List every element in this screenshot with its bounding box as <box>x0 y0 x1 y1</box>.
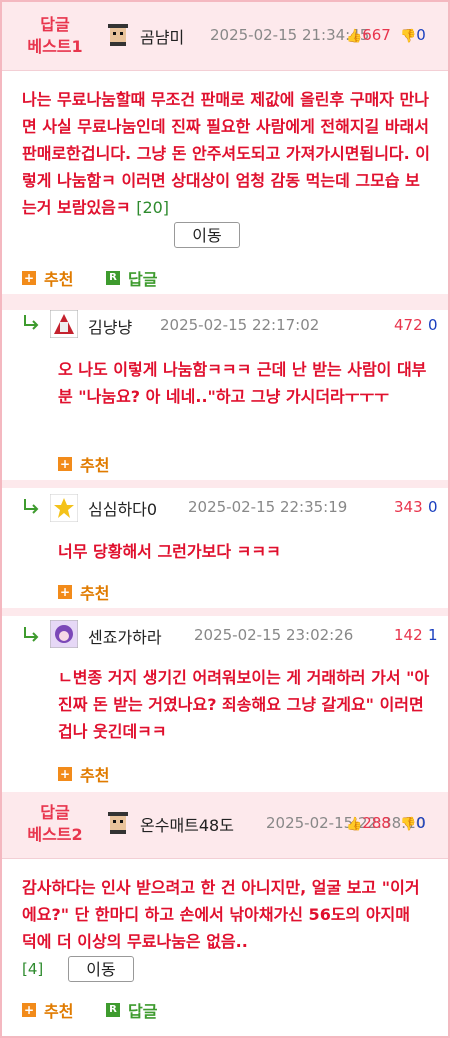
best1-move-button[interactable]: 이동 <box>174 222 240 248</box>
thumbs-down-icon: 👎 <box>400 817 417 832</box>
reply1-up-count[interactable]: 472 <box>394 316 423 334</box>
best2-body: 감사하다는 인사 받으려고 한 건 아니지만, 얼굴 보고 "이거에요?" 단 … <box>22 878 420 951</box>
best2-recommend-button[interactable]: + 추천 <box>22 998 73 1022</box>
best1-downvote[interactable]: 👎0 <box>400 26 426 44</box>
reply1-down-count[interactable]: 0 <box>428 316 438 334</box>
best1-reply-count: [20] <box>136 198 170 217</box>
best2-up-count: 288 <box>362 814 391 832</box>
reply-separator <box>2 480 448 488</box>
badge-top-label: 답글 <box>40 803 70 822</box>
comment-list: 답글 베스트1 곰냠미 2025-02-15 21:34:45 👍667 👎0 … <box>0 0 450 1038</box>
best2-move-button[interactable]: 이동 <box>68 956 134 982</box>
thumbs-down-icon: 👎 <box>400 29 417 44</box>
best1-upvote[interactable]: 👍667 <box>346 26 391 44</box>
plus-icon: + <box>58 457 72 471</box>
best1-username[interactable]: 곰냠미 <box>140 24 184 48</box>
pixel-avatar-icon[interactable] <box>106 810 130 834</box>
reply1-avatar-icon[interactable] <box>50 310 78 338</box>
recommend-label: 추천 <box>80 456 110 475</box>
reply2-username[interactable]: 심심하다0 <box>88 496 157 520</box>
best1-header: 답글 베스트1 곰냠미 2025-02-15 21:34:45 👍667 👎0 <box>2 2 448 71</box>
best1-reply-button[interactable]: R 답글 <box>106 266 157 290</box>
best2-down-count: 0 <box>416 814 426 832</box>
reply3-date: 2025-02-15 23:02:26 <box>194 626 354 644</box>
thumbs-up-icon: 👍 <box>346 817 363 832</box>
pixel-avatar-icon[interactable] <box>106 22 130 46</box>
best1-up-count: 667 <box>362 26 391 44</box>
recommend-label: 추천 <box>80 584 110 603</box>
recommend-label: 추천 <box>44 1002 74 1021</box>
reply-arrow-icon <box>24 499 39 514</box>
reply-label: 답글 <box>128 1002 158 1021</box>
best1-badge: 답글 베스트1 <box>20 14 90 58</box>
recommend-label: 추천 <box>80 766 110 785</box>
reply-label: 답글 <box>128 270 158 289</box>
best2-upvote[interactable]: 👍288 <box>346 814 391 832</box>
badge-bottom-label: 베스트1 <box>27 37 83 56</box>
reply2-up-count[interactable]: 343 <box>394 498 423 516</box>
section-separator <box>2 294 448 310</box>
reply-r-icon: R <box>106 1003 120 1017</box>
reply-r-icon: R <box>106 271 120 285</box>
best2-reply-count: [4] <box>22 960 44 978</box>
plus-icon: + <box>58 767 72 781</box>
star-avatar-icon[interactable] <box>50 494 78 522</box>
reply1-username[interactable]: 김냥냥 <box>88 314 132 338</box>
best1-recommend-button[interactable]: + 추천 <box>22 266 73 290</box>
best1-down-count: 0 <box>416 26 426 44</box>
reply3-down-count[interactable]: 1 <box>428 626 438 644</box>
plus-icon: + <box>22 1003 36 1017</box>
reply3-recommend-button[interactable]: + 추천 <box>58 762 109 786</box>
best2-header: 답글 베스트2 온수매트48도 2025-02-15 22:38:10 👍288… <box>2 792 448 859</box>
reply2-recommend-button[interactable]: + 추천 <box>58 580 109 604</box>
recommend-label: 추천 <box>44 270 74 289</box>
reply2-down-count[interactable]: 0 <box>428 498 438 516</box>
reply-separator <box>2 608 448 616</box>
reply1-body: 오 나도 이렇게 나눔함ㅋㅋㅋ 근데 난 받는 사람이 대부분 "나눔요? 아 … <box>58 360 427 406</box>
reply-arrow-icon <box>24 315 39 330</box>
badge-top-label: 답글 <box>40 15 70 34</box>
reply-arrow-icon <box>24 627 39 642</box>
plus-icon: + <box>58 585 72 599</box>
best1-body: 나는 무료나눔할때 무조건 판매로 제값에 올린후 구매자 만나면 사실 무료나… <box>22 86 430 221</box>
reply2-body: 너무 당황해서 그런가보다 ㅋㅋㅋ <box>58 542 281 561</box>
reply2-date: 2025-02-15 22:35:19 <box>188 498 348 516</box>
reply3-body: ㄴ변종 거지 생기긴 어려워보이는 게 거래하러 가서 "아 진짜 돈 받는 거… <box>58 668 430 741</box>
reply3-username[interactable]: 센죠가하라 <box>88 624 162 648</box>
plus-icon: + <box>22 271 36 285</box>
badge-bottom-label: 베스트2 <box>27 825 83 844</box>
best2-badge: 답글 베스트2 <box>20 802 90 846</box>
best2-downvote[interactable]: 👎0 <box>400 814 426 832</box>
reply3-up-count[interactable]: 142 <box>394 626 423 644</box>
best2-username[interactable]: 온수매트48도 <box>140 812 234 836</box>
reply3-avatar-icon[interactable] <box>50 620 78 648</box>
reply1-recommend-button[interactable]: + 추천 <box>58 452 109 476</box>
reply1-date: 2025-02-15 22:17:02 <box>160 316 320 334</box>
thumbs-up-icon: 👍 <box>346 29 363 44</box>
best2-reply-button[interactable]: R 답글 <box>106 998 157 1022</box>
best1-text: 나는 무료나눔할때 무조건 판매로 제값에 올린후 구매자 만나면 사실 무료나… <box>22 90 431 217</box>
